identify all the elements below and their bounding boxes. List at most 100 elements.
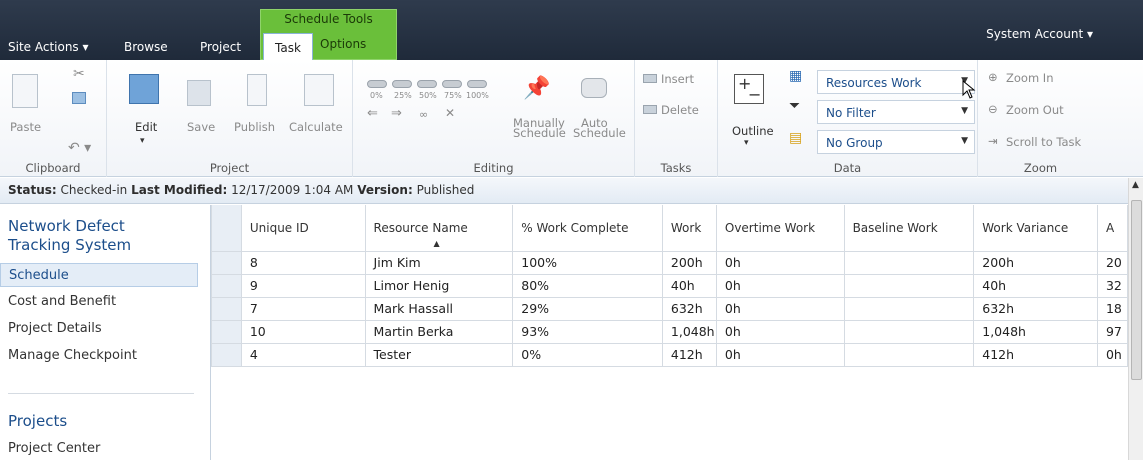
cell-baseline-work[interactable] bbox=[843, 273, 975, 298]
cell-work-complete[interactable]: 100% bbox=[512, 250, 663, 275]
cell-truncated[interactable]: 20 bbox=[1096, 250, 1128, 275]
cell-baseline-work[interactable] bbox=[843, 319, 975, 344]
save-button[interactable]: Save bbox=[187, 120, 215, 134]
cell-work-complete[interactable]: 80% bbox=[512, 273, 663, 298]
progress-0-icon[interactable] bbox=[367, 80, 387, 88]
table-row[interactable]: 8 Jim Kim 100% 200h 0h 200h 20 bbox=[211, 250, 1128, 275]
column-header-resource-name[interactable]: Resource Name ▲ bbox=[364, 205, 514, 252]
cell-work-variance[interactable]: 412h bbox=[973, 342, 1098, 367]
row-header[interactable] bbox=[211, 296, 242, 321]
nav-heading-project[interactable]: Network Defect Tracking System bbox=[8, 217, 131, 255]
cell-work-variance[interactable]: 632h bbox=[973, 296, 1098, 321]
undo-icon[interactable]: ↶ ▾ bbox=[68, 140, 91, 156]
cell-overtime-work[interactable]: 0h bbox=[715, 296, 845, 321]
column-header-percent-work-complete[interactable]: % Work Complete bbox=[512, 205, 663, 252]
cell-truncated[interactable]: 97 bbox=[1096, 319, 1128, 344]
cell-overtime-work[interactable]: 0h bbox=[715, 319, 845, 344]
nav-item-cost-and-benefit[interactable]: Cost and Benefit bbox=[0, 290, 198, 314]
table-row[interactable]: 4 Tester 0% 412h 0h 412h 0h bbox=[211, 342, 1128, 367]
cell-unique-id[interactable]: 10 bbox=[240, 319, 366, 344]
cell-truncated[interactable]: 32 bbox=[1096, 273, 1128, 298]
cell-overtime-work[interactable]: 0h bbox=[715, 342, 845, 367]
tab-browse[interactable]: Browse bbox=[124, 40, 168, 54]
scroll-to-task-button[interactable]: Scroll to Task bbox=[1006, 135, 1081, 149]
outdent-icon[interactable]: ⇐ bbox=[367, 106, 378, 121]
nav-item-schedule[interactable]: Schedule bbox=[0, 263, 198, 287]
scroll-up-arrow-icon[interactable]: ▲ bbox=[1132, 180, 1139, 190]
cell-work[interactable]: 1,048h bbox=[661, 319, 717, 344]
insert-column-icon[interactable]: ▦ bbox=[789, 68, 802, 84]
tab-options[interactable]: Options bbox=[320, 37, 366, 51]
column-header-unique-id[interactable]: Unique ID bbox=[240, 205, 366, 252]
cell-unique-id[interactable]: 8 bbox=[240, 250, 366, 275]
row-header[interactable] bbox=[211, 250, 242, 275]
cell-work[interactable]: 632h bbox=[661, 296, 717, 321]
nav-heading-projects[interactable]: Projects bbox=[8, 412, 67, 430]
cell-resource-name[interactable]: Mark Hassall bbox=[364, 296, 514, 321]
delete-button[interactable]: Delete bbox=[661, 103, 699, 117]
cell-work[interactable]: 40h bbox=[661, 273, 717, 298]
column-header-work[interactable]: Work bbox=[661, 205, 717, 252]
cell-baseline-work[interactable] bbox=[843, 296, 975, 321]
cell-work-complete[interactable]: 29% bbox=[512, 296, 663, 321]
scrollbar-thumb[interactable] bbox=[1131, 200, 1142, 380]
site-actions-menu[interactable]: Site Actions ▾ bbox=[8, 40, 89, 54]
group-select[interactable]: No Group ▼ bbox=[817, 130, 975, 154]
insert-button[interactable]: Insert bbox=[661, 72, 694, 86]
table-row[interactable]: 10 Martin Berka 93% 1,048h 0h 1,048h 97 bbox=[211, 319, 1128, 344]
vertical-scrollbar[interactable]: ▲ bbox=[1128, 178, 1143, 460]
cell-baseline-work[interactable] bbox=[843, 342, 975, 367]
link-tasks-icon[interactable]: ∞ bbox=[419, 108, 428, 121]
view-select[interactable]: Resources Work ▼ bbox=[817, 70, 975, 94]
cell-work[interactable]: 412h bbox=[661, 342, 717, 367]
group-icon[interactable]: ▤ bbox=[789, 130, 802, 146]
unlink-tasks-icon[interactable]: ✕ bbox=[445, 106, 455, 120]
cell-work-complete[interactable]: 93% bbox=[512, 319, 663, 344]
table-row[interactable]: 7 Mark Hassall 29% 632h 0h 632h 18 bbox=[211, 296, 1128, 321]
zoom-out-button[interactable]: Zoom Out bbox=[1006, 103, 1064, 117]
outline-dropdown-arrow[interactable]: ▾ bbox=[744, 138, 749, 148]
progress-75-icon[interactable] bbox=[442, 80, 462, 88]
tab-task[interactable]: Task bbox=[263, 33, 313, 61]
cell-baseline-work[interactable] bbox=[843, 250, 975, 275]
calculate-button[interactable]: Calculate bbox=[289, 120, 343, 134]
column-header-baseline-work[interactable]: Baseline Work bbox=[843, 205, 975, 252]
row-header[interactable] bbox=[211, 273, 242, 298]
cell-resource-name[interactable]: Jim Kim bbox=[364, 250, 514, 275]
manually-schedule-button[interactable]: Manually Schedule bbox=[513, 117, 566, 139]
cell-overtime-work[interactable]: 0h bbox=[715, 273, 845, 298]
column-header-truncated[interactable]: A bbox=[1096, 205, 1128, 252]
cell-truncated[interactable]: 0h bbox=[1096, 342, 1128, 367]
paste-button[interactable]: Paste bbox=[10, 120, 41, 134]
outline-button[interactable]: Outline bbox=[732, 124, 774, 138]
cell-truncated[interactable]: 18 bbox=[1096, 296, 1128, 321]
edit-dropdown-arrow[interactable]: ▾ bbox=[140, 136, 145, 146]
row-header[interactable] bbox=[211, 342, 242, 367]
auto-schedule-button[interactable]: Auto Schedule bbox=[573, 117, 626, 139]
nav-item-manage-checkpoint[interactable]: Manage Checkpoint bbox=[0, 344, 198, 368]
progress-50-icon[interactable] bbox=[417, 80, 437, 88]
cell-unique-id[interactable]: 4 bbox=[240, 342, 366, 367]
indent-icon[interactable]: ⇒ bbox=[391, 106, 402, 121]
cell-unique-id[interactable]: 7 bbox=[240, 296, 366, 321]
edit-button[interactable]: Edit bbox=[135, 120, 157, 134]
cell-resource-name[interactable]: Martin Berka bbox=[364, 319, 514, 344]
tab-project[interactable]: Project bbox=[200, 40, 241, 54]
filter-icon[interactable]: ⏷ bbox=[789, 98, 800, 114]
cell-resource-name[interactable]: Limor Henig bbox=[364, 273, 514, 298]
cell-work-complete[interactable]: 0% bbox=[512, 342, 663, 367]
nav-item-project-details[interactable]: Project Details bbox=[0, 317, 198, 341]
nav-item-project-center[interactable]: Project Center bbox=[0, 437, 198, 461]
copy-icon[interactable] bbox=[72, 92, 86, 104]
column-header-overtime-work[interactable]: Overtime Work bbox=[715, 205, 845, 252]
row-header[interactable] bbox=[211, 319, 242, 344]
progress-100-icon[interactable] bbox=[467, 80, 487, 88]
column-header-work-variance[interactable]: Work Variance bbox=[973, 205, 1098, 252]
cell-work-variance[interactable]: 1,048h bbox=[973, 319, 1098, 344]
filter-select[interactable]: No Filter ▼ bbox=[817, 100, 975, 124]
zoom-in-button[interactable]: Zoom In bbox=[1006, 71, 1054, 85]
cell-unique-id[interactable]: 9 bbox=[240, 273, 366, 298]
cut-icon[interactable]: ✂ bbox=[73, 66, 85, 82]
progress-25-icon[interactable] bbox=[392, 80, 412, 88]
cell-work[interactable]: 200h bbox=[661, 250, 717, 275]
